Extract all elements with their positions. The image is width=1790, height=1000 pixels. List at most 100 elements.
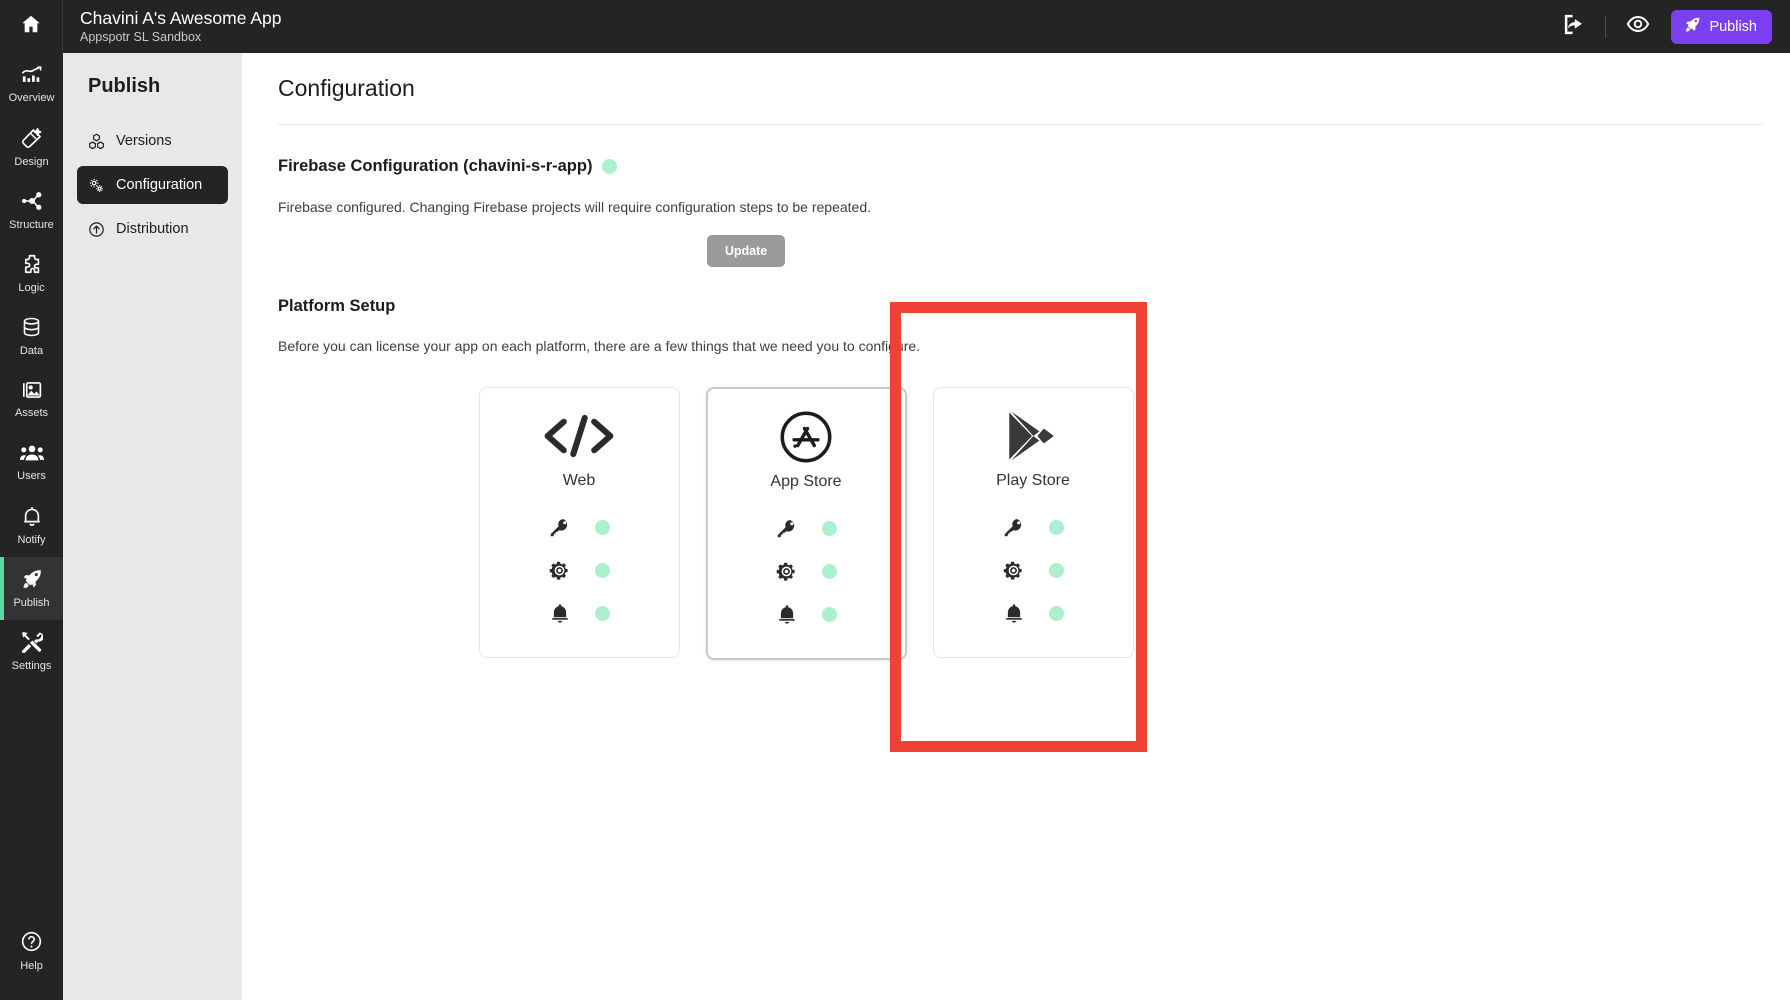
rail-item-help[interactable]: Help <box>0 919 63 982</box>
gear-status-dot-icon <box>821 564 837 579</box>
rail-item-design[interactable]: Design <box>0 116 63 179</box>
update-button[interactable]: Update <box>706 235 786 267</box>
platform-feature-row-key <box>549 506 610 549</box>
page-title: Configuration <box>278 75 415 101</box>
bell-icon <box>549 603 571 624</box>
app-title: Chavini A's Awesome App <box>80 8 282 28</box>
rocket-icon <box>1684 16 1701 37</box>
key-icon <box>549 517 571 538</box>
rail-item-settings[interactable]: Settings <box>0 620 63 683</box>
rocket-publish-icon <box>21 568 43 595</box>
publish-button[interactable]: Publish <box>1671 9 1772 44</box>
title-divider <box>278 124 1764 125</box>
subnav-item-configuration[interactable]: Configuration <box>77 166 228 204</box>
app-subtitle: Appspotr SL Sandbox <box>80 30 202 44</box>
bell-status-dot-icon <box>594 606 610 621</box>
gear-status-dot-icon <box>594 563 610 578</box>
platform-feature-row-gear <box>549 549 610 592</box>
puzzle-logic-icon <box>21 253 43 280</box>
gear-status-dot-icon <box>1048 563 1064 578</box>
rail-item-logic[interactable]: Logic <box>0 242 63 305</box>
bell-icon <box>776 604 798 625</box>
primary-navigation-rail: Overview Design Structure Logic Data Ass… <box>0 53 63 1000</box>
toolbar-divider <box>1605 15 1607 38</box>
gear-icon <box>549 560 571 581</box>
top-bar: Chavini A's Awesome App Appspotr SL Sand… <box>0 0 1790 53</box>
rail-item-assets[interactable]: Assets <box>0 368 63 431</box>
preview-button[interactable] <box>1615 4 1661 50</box>
firebase-heading-row: Firebase Configuration (chavini-s-r-app) <box>278 157 1754 176</box>
platform-feature-row-gear <box>776 550 837 593</box>
database-icon <box>21 316 42 343</box>
key-status-dot-icon <box>594 520 610 535</box>
arrow-up-circle-distribution-icon <box>88 221 105 238</box>
rail-item-overview[interactable]: Overview <box>0 53 63 116</box>
key-status-dot-icon <box>821 521 837 536</box>
platform-setup-description: Before you can license your app on each … <box>278 338 921 354</box>
platform-card-app-store[interactable]: App Store <box>705 387 907 660</box>
firebase-heading: Firebase Configuration (chavini-s-r-app) <box>278 157 593 175</box>
bell-icon <box>1003 603 1025 624</box>
firebase-description: Firebase configured. Changing Firebase p… <box>278 199 872 215</box>
platform-card-name-play-store: Play Store <box>996 472 1070 489</box>
subnav-label-configuration: Configuration <box>116 177 203 193</box>
platform-setup-heading: Platform Setup <box>278 297 396 315</box>
image-assets-icon <box>21 380 43 405</box>
rail-label-design: Design <box>14 156 49 168</box>
rail-label-logic: Logic <box>18 282 45 294</box>
rail-item-users[interactable]: Users <box>0 431 63 494</box>
platform-feature-row-bell <box>549 592 610 635</box>
node-structure-icon <box>21 190 43 217</box>
rail-item-notify[interactable]: Notify <box>0 494 63 557</box>
rail-label-overview: Overview <box>8 91 55 104</box>
rail-label-notify: Notify <box>17 534 46 546</box>
bell-notify-icon <box>22 505 42 532</box>
app-root: Chavini A's Awesome App Appspotr SL Sand… <box>0 0 1790 1000</box>
platform-setup-section: Platform Setup Before you can license yo… <box>242 297 1790 660</box>
platform-feature-row-key <box>776 507 837 550</box>
share-export-button[interactable] <box>1550 4 1596 50</box>
apple-app-store-icon <box>779 409 833 465</box>
platform-cards: Web App Store Play Store <box>278 387 1754 660</box>
rail-spacer <box>0 683 63 919</box>
question-help-icon <box>20 930 43 958</box>
subnav-label-distribution: Distribution <box>116 221 189 237</box>
firebase-configuration-section: Firebase Configuration (chavini-s-r-app)… <box>242 157 1790 267</box>
platform-card-web[interactable]: Web <box>478 387 680 658</box>
subnav-item-versions[interactable]: Versions <box>77 122 228 160</box>
share-export-icon <box>1562 13 1585 41</box>
gears-configuration-icon <box>88 177 105 194</box>
eye-preview-icon <box>1626 12 1650 41</box>
home-button[interactable] <box>0 0 63 53</box>
google-play-store-icon <box>1004 408 1062 464</box>
body: Overview Design Structure Logic Data Ass… <box>0 53 1790 1000</box>
rail-label-data: Data <box>19 345 44 357</box>
rail-item-publish[interactable]: Publish <box>0 557 63 620</box>
platform-card-name-app-store: App Store <box>770 473 842 490</box>
subnav-title: Publish <box>88 75 161 97</box>
rail-label-structure: Structure <box>9 219 54 231</box>
key-icon <box>776 518 798 539</box>
tools-settings-icon <box>21 631 44 658</box>
rail-item-data[interactable]: Data <box>0 305 63 368</box>
key-icon <box>1003 517 1025 538</box>
rail-item-structure[interactable]: Structure <box>0 179 63 242</box>
gear-icon <box>1003 560 1025 581</box>
platform-feature-row-bell <box>1003 592 1064 635</box>
rail-label-users: Users <box>17 470 46 482</box>
subnav-item-distribution[interactable]: Distribution <box>77 210 228 248</box>
publish-button-label: Publish <box>1709 18 1757 35</box>
top-bar-actions: Publish <box>1550 0 1790 53</box>
platform-card-play-store[interactable]: Play Store <box>932 387 1134 658</box>
rail-label-settings: Settings <box>11 660 52 672</box>
key-status-dot-icon <box>1048 520 1064 535</box>
bell-status-dot-icon <box>821 607 837 622</box>
rail-label-assets: Assets <box>14 407 48 419</box>
chart-overview-icon <box>21 65 43 90</box>
home-icon <box>20 13 42 40</box>
cubes-versions-icon <box>88 133 105 150</box>
rail-label-help: Help <box>20 959 43 972</box>
update-button-row: Update <box>278 235 1754 267</box>
gear-icon <box>776 561 798 582</box>
platform-card-name-web: Web <box>562 472 596 489</box>
